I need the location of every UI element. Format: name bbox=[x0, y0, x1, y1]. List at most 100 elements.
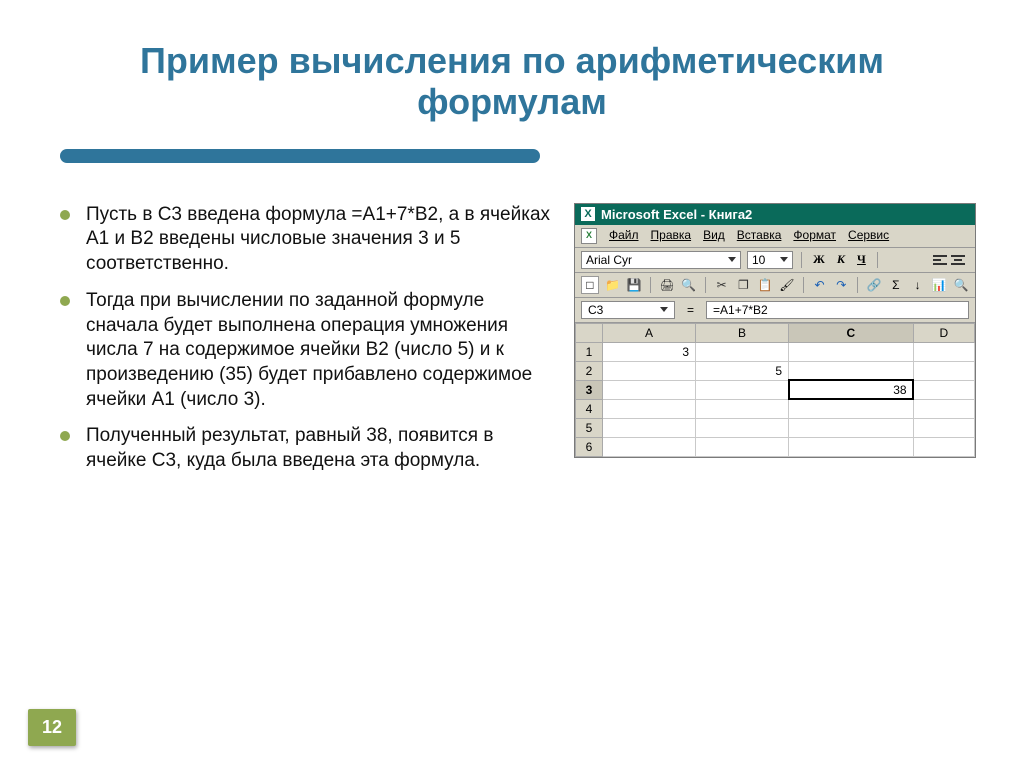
zoom-icon[interactable]: 🔍 bbox=[953, 277, 969, 293]
cell-D3[interactable] bbox=[913, 380, 974, 399]
formula-input[interactable]: =A1+7*B2 bbox=[706, 301, 969, 319]
cell-C5[interactable] bbox=[789, 418, 914, 437]
cut-icon[interactable]: ✂ bbox=[714, 277, 730, 293]
formula-equals-label: = bbox=[683, 303, 698, 317]
name-box[interactable]: C3 bbox=[581, 301, 675, 319]
align-center-button[interactable] bbox=[951, 254, 965, 266]
toolbar-separator bbox=[650, 277, 651, 293]
slide-body: Пусть в С3 введена формула =А1+7*В2, а в… bbox=[0, 163, 1024, 486]
cell-C2[interactable] bbox=[789, 361, 914, 380]
print-preview-icon[interactable]: 🔍 bbox=[681, 277, 697, 293]
excel-format-toolbar: Arial Cyr 10 Ж К Ч bbox=[575, 248, 975, 273]
row-header-4[interactable]: 4 bbox=[576, 399, 603, 418]
toolbar-separator bbox=[801, 252, 802, 268]
page-number: 12 bbox=[28, 709, 76, 746]
save-icon[interactable]: 💾 bbox=[627, 277, 643, 293]
slide: Пример вычисления по арифметическим форм… bbox=[0, 0, 1024, 768]
open-file-icon[interactable]: 📁 bbox=[605, 277, 621, 293]
font-size-value: 10 bbox=[752, 253, 765, 267]
excel-grid: A B C D 1 3 2 5 bbox=[575, 323, 975, 457]
bullet-item: Тогда при вычислении по заданной формуле… bbox=[60, 289, 550, 412]
font-name-dropdown[interactable]: Arial Cyr bbox=[581, 251, 741, 269]
chevron-down-icon bbox=[780, 257, 788, 262]
redo-icon[interactable]: ↷ bbox=[833, 277, 849, 293]
menu-edit[interactable]: Правка bbox=[651, 228, 692, 244]
print-icon[interactable]: 🖨 bbox=[659, 277, 675, 293]
new-file-icon[interactable]: □ bbox=[581, 276, 599, 294]
paste-icon[interactable]: 📋 bbox=[757, 277, 773, 293]
col-header-C[interactable]: C bbox=[789, 323, 914, 342]
menu-insert[interactable]: Вставка bbox=[737, 228, 782, 244]
excel-window-title: Microsoft Excel - Книга2 bbox=[601, 207, 752, 222]
cell-C3[interactable]: 38 bbox=[789, 380, 914, 399]
column-header-row: A B C D bbox=[576, 323, 975, 342]
cell-B6[interactable] bbox=[696, 437, 789, 456]
cell-A6[interactable] bbox=[603, 437, 696, 456]
menu-format[interactable]: Формат bbox=[793, 228, 836, 244]
autosum-icon[interactable]: Σ bbox=[888, 277, 904, 293]
cell-C1[interactable] bbox=[789, 342, 914, 361]
font-size-dropdown[interactable]: 10 bbox=[747, 251, 793, 269]
chevron-down-icon bbox=[728, 257, 736, 262]
grid-row: 1 3 bbox=[576, 342, 975, 361]
grid-row: 3 38 bbox=[576, 380, 975, 399]
cell-C6[interactable] bbox=[789, 437, 914, 456]
row-header-6[interactable]: 6 bbox=[576, 437, 603, 456]
cell-D2[interactable] bbox=[913, 361, 974, 380]
cell-B1[interactable] bbox=[696, 342, 789, 361]
cell-A2[interactable] bbox=[603, 361, 696, 380]
cell-A4[interactable] bbox=[603, 399, 696, 418]
cell-A1[interactable]: 3 bbox=[603, 342, 696, 361]
hyperlink-icon[interactable]: 🔗 bbox=[866, 277, 882, 293]
chevron-down-icon bbox=[660, 307, 668, 312]
cell-A5[interactable] bbox=[603, 418, 696, 437]
font-name-value: Arial Cyr bbox=[586, 253, 632, 267]
excel-titlebar: X Microsoft Excel - Книга2 bbox=[575, 204, 975, 225]
cell-B3[interactable] bbox=[696, 380, 789, 399]
menu-file-label: Файл bbox=[609, 228, 639, 242]
menu-view[interactable]: Вид bbox=[703, 228, 725, 244]
title-underline bbox=[60, 149, 540, 163]
row-header-5[interactable]: 5 bbox=[576, 418, 603, 437]
chart-icon[interactable]: 📊 bbox=[931, 277, 947, 293]
grid-row: 4 bbox=[576, 399, 975, 418]
menu-format-label: Формат bbox=[793, 228, 836, 242]
menu-tools-label: Сервис bbox=[848, 228, 889, 242]
cell-B2[interactable]: 5 bbox=[696, 361, 789, 380]
toolbar-separator bbox=[857, 277, 858, 293]
sort-icon[interactable]: ↓ bbox=[910, 277, 926, 293]
menu-view-label: Вид bbox=[703, 228, 725, 242]
copy-icon[interactable]: ❐ bbox=[735, 277, 751, 293]
row-header-1[interactable]: 1 bbox=[576, 342, 603, 361]
menu-file[interactable]: Файл bbox=[609, 228, 639, 244]
cell-C4[interactable] bbox=[789, 399, 914, 418]
cell-D4[interactable] bbox=[913, 399, 974, 418]
cell-B4[interactable] bbox=[696, 399, 789, 418]
col-header-B[interactable]: B bbox=[696, 323, 789, 342]
undo-icon[interactable]: ↶ bbox=[812, 277, 828, 293]
row-header-2[interactable]: 2 bbox=[576, 361, 603, 380]
menu-tools[interactable]: Сервис bbox=[848, 228, 889, 244]
underline-button[interactable]: Ч bbox=[854, 252, 869, 267]
menu-insert-label: Вставка bbox=[737, 228, 782, 242]
col-header-A[interactable]: A bbox=[603, 323, 696, 342]
col-header-D[interactable]: D bbox=[913, 323, 974, 342]
bullet-item: Пусть в С3 введена формула =А1+7*В2, а в… bbox=[60, 203, 550, 277]
cell-A3[interactable] bbox=[603, 380, 696, 399]
cell-B5[interactable] bbox=[696, 418, 789, 437]
excel-standard-toolbar: □ 📁 💾 🖨 🔍 ✂ ❐ 📋 🖌 ↶ ↷ 🔗 Σ ↓ 📊 🔍 bbox=[575, 273, 975, 298]
format-painter-icon[interactable]: 🖌 bbox=[779, 277, 795, 293]
cell-D6[interactable] bbox=[913, 437, 974, 456]
grid-row: 2 5 bbox=[576, 361, 975, 380]
bold-button[interactable]: Ж bbox=[810, 252, 828, 267]
italic-button[interactable]: К bbox=[834, 252, 848, 267]
align-group bbox=[933, 254, 969, 266]
row-header-3[interactable]: 3 bbox=[576, 380, 603, 399]
cell-D1[interactable] bbox=[913, 342, 974, 361]
toolbar-separator bbox=[803, 277, 804, 293]
select-all-corner[interactable] bbox=[576, 323, 603, 342]
align-left-button[interactable] bbox=[933, 254, 947, 266]
bullet-list: Пусть в С3 введена формула =А1+7*В2, а в… bbox=[60, 203, 550, 486]
cell-D5[interactable] bbox=[913, 418, 974, 437]
excel-app-icon: X bbox=[581, 207, 595, 221]
